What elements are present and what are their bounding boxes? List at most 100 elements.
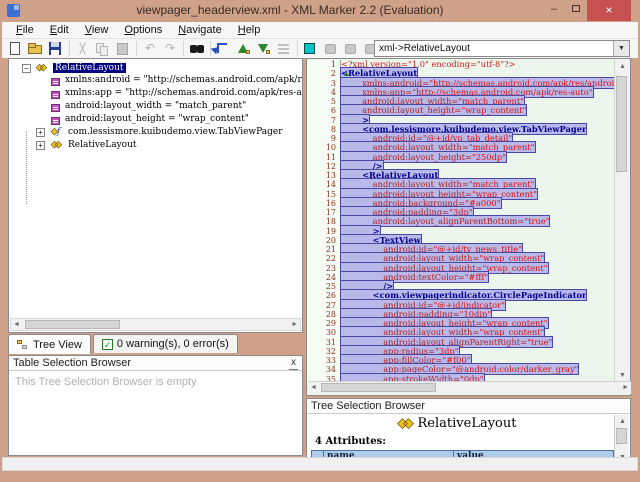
minimize-button[interactable]: –: [543, 0, 565, 20]
chevron-down-icon[interactable]: ▼: [613, 41, 629, 56]
copy-icon: [93, 40, 113, 57]
tab-warnings-errors[interactable]: ✓ 0 warning(s), 0 error(s): [93, 334, 238, 353]
line-number: 3: [307, 79, 341, 88]
xml-editor[interactable]: 1<?xml version="1.0" encoding="utf-8"?>2…: [306, 58, 631, 396]
editor-horizontal-scrollbar[interactable]: ◄ ►: [308, 381, 631, 394]
line-number: 22: [307, 254, 341, 263]
redo-icon: ↷: [160, 40, 180, 57]
node-label: RelativeLayout: [418, 416, 517, 431]
panel-title: Tree Selection Browser: [311, 400, 425, 412]
scroll-left-icon[interactable]: ◄: [13, 321, 20, 328]
new-file-icon[interactable]: [6, 40, 26, 57]
selected-node: ◆◆ RelativeLayout: [307, 416, 607, 431]
tree-selection-browser-panel: Tree Selection Browser ◆◆RelativeLayout …: [306, 398, 631, 464]
scroll-up-icon[interactable]: ▲: [619, 418, 626, 425]
line-number: 10: [307, 143, 341, 152]
find-icon[interactable]: [187, 40, 207, 57]
tab-tree-view[interactable]: Tree View: [8, 334, 91, 354]
custom-element-icon: ◆: [51, 127, 60, 137]
bookmark-icon: [321, 40, 341, 57]
line-number: 7: [307, 116, 341, 125]
parent-element-icon[interactable]: [214, 40, 234, 57]
line-number: 26: [307, 291, 341, 300]
tree-item-label[interactable]: android:layout_width = "match_parent": [65, 101, 246, 111]
line-number: 13: [307, 171, 341, 180]
element-path-combobox[interactable]: xml->RelativeLayout ▼: [374, 40, 630, 57]
status-bar: [2, 457, 638, 471]
tree-item-label[interactable]: xmlns:app = "http://schemas.android.com/…: [65, 88, 303, 98]
menu-edit[interactable]: Edit: [42, 23, 77, 37]
editor-vertical-scrollbar[interactable]: ▲ ▼: [614, 60, 629, 382]
menu-navigate[interactable]: Navigate: [170, 23, 229, 37]
panel-header: Tree Selection Browser: [307, 399, 630, 414]
tree-item[interactable]: android:layout_width = "match_parent": [9, 101, 302, 114]
tree-item-label[interactable]: xmlns:android = "http://schemas.android.…: [65, 75, 303, 85]
tree-item-label[interactable]: android:layout_height = "wrap_content": [65, 114, 249, 124]
menu-view[interactable]: View: [77, 23, 117, 37]
fold-marker-icon[interactable]: ▲: [343, 71, 350, 78]
tree-item[interactable]: −◆◆RelativeLayout: [9, 62, 302, 75]
tree-item[interactable]: + ◆ com.lessismore.kuibudemo.view.TabViewP…: [9, 126, 302, 139]
maximize-button[interactable]: [565, 0, 587, 20]
menu-bar: FileEditViewOptionsNavigateHelp: [2, 22, 638, 39]
line-number: 18: [307, 217, 341, 226]
element-icon: ◆◆: [51, 140, 59, 150]
element-icon: ◆◆: [398, 416, 410, 431]
line-number: 17: [307, 208, 341, 217]
tree-item[interactable]: xmlns:android = "http://schemas.android.…: [9, 75, 302, 88]
line-number: 8: [307, 125, 341, 134]
collapse-icon[interactable]: −: [22, 64, 31, 73]
next-element-icon[interactable]: [254, 40, 274, 57]
save-icon[interactable]: [46, 40, 66, 57]
title-bar: viewpager_headerview.xml - XML Marker 2.…: [0, 0, 640, 22]
scrollbar-thumb[interactable]: [25, 320, 120, 329]
tree-item[interactable]: xmlns:app = "http://schemas.android.com/…: [9, 88, 302, 101]
scrollbar-thumb[interactable]: [616, 428, 627, 444]
tree-item-label[interactable]: RelativeLayout: [68, 140, 137, 150]
line-number: 33: [307, 356, 341, 365]
bookmark-next-icon: [341, 40, 361, 57]
line-number: 11: [307, 153, 341, 162]
line-number: 14: [307, 180, 341, 189]
menu-help[interactable]: Help: [230, 23, 269, 37]
scroll-right-icon[interactable]: ►: [622, 384, 629, 391]
attribute-icon: [51, 91, 60, 99]
scroll-down-icon[interactable]: ▼: [619, 372, 626, 379]
tree-view-panel[interactable]: −◆◆RelativeLayoutxmlns:android = "http:/…: [8, 58, 303, 333]
scrollbar-thumb[interactable]: [321, 383, 436, 392]
close-panel-icon[interactable]: x: [289, 357, 298, 370]
line-number: 30: [307, 328, 341, 337]
tree-item[interactable]: android:layout_height = "wrap_content": [9, 114, 302, 127]
previous-element-icon[interactable]: [234, 40, 254, 57]
scroll-right-icon[interactable]: ►: [291, 321, 298, 328]
open-file-icon[interactable]: [26, 40, 46, 57]
scrollbar-thumb[interactable]: [616, 76, 627, 172]
line-number: 4: [307, 88, 341, 97]
scroll-left-icon[interactable]: ◄: [310, 384, 317, 391]
tree-item[interactable]: + ◆◆ RelativeLayout: [9, 139, 302, 152]
paste-icon: [113, 40, 133, 57]
line-number: 34: [307, 365, 341, 374]
line-number: 19: [307, 227, 341, 236]
toolbar-separator: [133, 40, 140, 57]
line-number: 25: [307, 282, 341, 291]
tree-horizontal-scrollbar[interactable]: ◄ ►: [10, 318, 301, 331]
tree-item-label[interactable]: RelativeLayout: [53, 63, 126, 73]
line-number: 20: [307, 236, 341, 245]
expand-icon[interactable]: +: [36, 128, 45, 137]
close-button[interactable]: ×: [587, 0, 631, 21]
menu-options[interactable]: Options: [116, 23, 170, 37]
scroll-up-icon[interactable]: ▲: [619, 63, 626, 70]
highlight-icon[interactable]: [301, 40, 321, 57]
toolbar-separator: [66, 40, 73, 57]
empty-message: This Tree Selection Browser is empty: [15, 376, 197, 388]
expand-icon[interactable]: +: [36, 141, 45, 150]
tab-label: Tree View: [33, 339, 82, 351]
line-number: 5: [307, 97, 341, 106]
line-number: 15: [307, 190, 341, 199]
line-number: 1: [307, 60, 341, 69]
toolbar: ↶ ↷ xml->RelativeLayout ▼: [2, 39, 638, 58]
tree-item-label[interactable]: com.lessismore.kuibudemo.view.TabViewPag…: [68, 127, 283, 137]
menu-file[interactable]: File: [8, 23, 42, 37]
panel-header: Table Selection Browser x: [9, 356, 302, 371]
